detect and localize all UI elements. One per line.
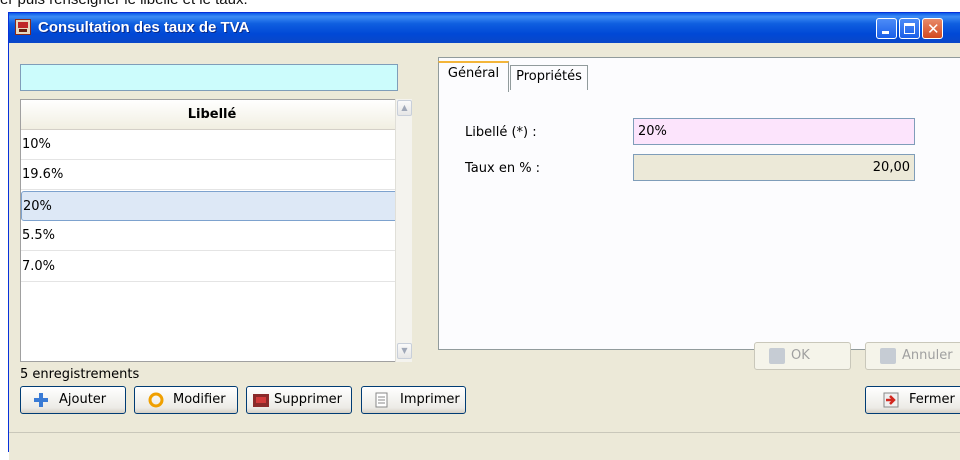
dialog-window: Consultation des taux de TVA ✕ Libellé 1… xyxy=(8,12,960,460)
maximize-button[interactable] xyxy=(899,18,920,39)
maximize-icon xyxy=(904,23,915,34)
libelle-label: Libellé (*) : xyxy=(465,125,537,140)
record-count: 5 enregistrements xyxy=(20,367,140,382)
cancel-icon xyxy=(880,348,896,364)
scroll-up-icon[interactable]: ▲ xyxy=(397,100,412,116)
exit-icon xyxy=(883,392,899,408)
table-row[interactable]: 19.6% xyxy=(21,160,403,190)
modifier-button[interactable]: Modifier xyxy=(134,386,238,414)
scroll-down-icon[interactable]: ▼ xyxy=(397,343,412,359)
delete-icon xyxy=(252,392,269,408)
window-title: Consultation des taux de TVA xyxy=(38,19,250,36)
minimize-icon xyxy=(882,31,889,34)
add-icon xyxy=(33,392,49,408)
details-panel: Libellé (*) : 20% Taux en % : 20,00 xyxy=(438,57,960,350)
print-icon xyxy=(374,392,390,408)
tab-proprietes[interactable]: Propriétés xyxy=(510,65,588,90)
fermer-button[interactable]: Fermer xyxy=(865,386,960,414)
vertical-scrollbar[interactable]: ▲ ▼ xyxy=(395,99,412,362)
supprimer-button[interactable]: Supprimer xyxy=(246,386,352,414)
libelle-field[interactable]: 20% xyxy=(633,118,915,145)
ok-button[interactable]: OK xyxy=(754,342,851,370)
table-row-selected[interactable]: 20% xyxy=(21,191,405,221)
search-input[interactable] xyxy=(20,64,398,91)
close-window-button[interactable]: ✕ xyxy=(922,18,943,39)
taux-field: 20,00 xyxy=(633,154,915,181)
check-icon xyxy=(769,348,785,364)
table-row[interactable]: 10% xyxy=(21,130,403,160)
annuler-button[interactable]: Annuler xyxy=(865,342,960,370)
records-table: Libellé 10% 19.6% 20% 5.5% 7.0% xyxy=(20,99,405,362)
imprimer-button[interactable]: Imprimer xyxy=(361,386,466,414)
app-icon xyxy=(15,19,31,35)
table-row[interactable]: 7.0% xyxy=(21,252,403,282)
tab-general[interactable]: Général xyxy=(438,61,509,92)
document-caption: er puis renseigner le libellé et le taux… xyxy=(0,0,960,11)
ajouter-button[interactable]: Ajouter xyxy=(20,386,126,414)
status-bar xyxy=(9,432,960,460)
edit-icon xyxy=(148,392,164,408)
taux-label: Taux en % : xyxy=(465,161,541,176)
minimize-button[interactable] xyxy=(876,18,897,39)
title-bar[interactable]: Consultation des taux de TVA ✕ xyxy=(9,13,960,43)
close-icon: ✕ xyxy=(927,20,940,38)
table-row[interactable]: 5.5% xyxy=(21,221,403,251)
column-header-libelle[interactable]: Libellé xyxy=(21,100,403,130)
